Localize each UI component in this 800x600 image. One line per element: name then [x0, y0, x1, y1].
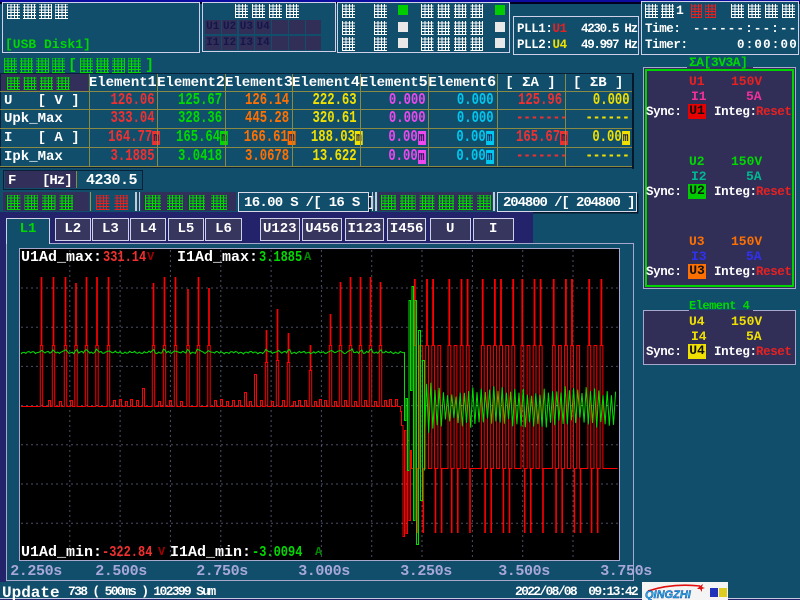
svg-text:QINGZHI: QINGZHI: [645, 589, 692, 600]
